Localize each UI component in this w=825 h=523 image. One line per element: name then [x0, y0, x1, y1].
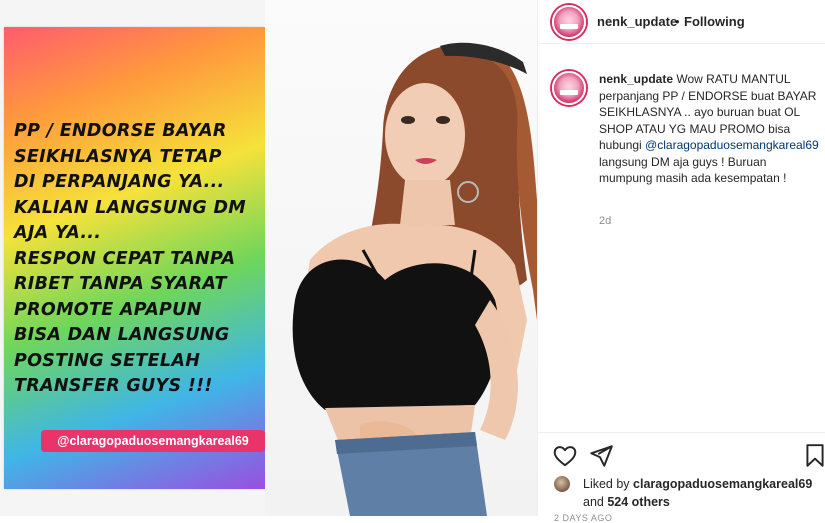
following-button[interactable]: Following: [684, 14, 745, 29]
promo-line: SEIKHLASNYA TETAP: [14, 146, 222, 167]
promo-image: PP / ENDORSE BAYAR SEIKHLASNYA TETAP DI …: [4, 27, 265, 489]
model-photo-illustration: [292, 42, 537, 516]
promo-line: KALIAN LANGSUNG DM: [14, 197, 247, 218]
liker-username[interactable]: claragopaduosemangkareal69: [633, 477, 812, 491]
post-caption: nenk_update Wow RATU MANTUL perpanjang P…: [599, 71, 819, 187]
post-header: nenk_update • Following: [538, 0, 825, 44]
caption-username[interactable]: nenk_update: [599, 72, 673, 86]
avatar-badge-icon: [560, 24, 578, 29]
author-avatar[interactable]: [552, 5, 586, 39]
promo-line: RESPON CEPAT TANPA: [14, 248, 236, 269]
caption-avatar[interactable]: [552, 71, 586, 105]
likes-count-link[interactable]: 524 others: [607, 495, 670, 509]
share-button[interactable]: [588, 443, 614, 469]
promo-line: TRANSFER GUYS !!!: [14, 376, 213, 396]
promo-line: RIBET TANPA SYARAT: [14, 274, 227, 294]
liked-prefix: Liked by: [583, 477, 634, 491]
paper-plane-icon: [590, 445, 613, 467]
promo-line: BISA DAN LANGSUNG: [14, 325, 230, 345]
header-username[interactable]: nenk_update: [597, 14, 677, 29]
post-side-panel: nenk_update • Following nenk_update Wow …: [537, 0, 825, 523]
promo-line: PROMOTE APAPUN: [14, 299, 202, 320]
comments-section: nenk_update Wow RATU MANTUL perpanjang P…: [538, 44, 825, 432]
header-separator: •: [675, 14, 680, 29]
caption-time[interactable]: 2d: [599, 215, 611, 227]
bookmark-icon: [806, 444, 824, 467]
caption-text-end: langsung DM aja guys ! Buruan mumpung ma…: [599, 154, 787, 186]
promo-tag: @claragopaduosemangkareal69: [41, 430, 265, 452]
post-media[interactable]: PP / ENDORSE BAYAR SEIKHLASNYA TETAP DI …: [0, 0, 537, 516]
model-photo: [265, 0, 537, 516]
liked-by-text: Liked by claragopaduosemangkareal69 and …: [583, 475, 825, 511]
promo-line: AJA YA...: [14, 223, 102, 243]
caption-mention-link[interactable]: @claragopaduosemangkareal69: [645, 138, 819, 152]
save-button[interactable]: [804, 443, 825, 469]
liker-avatar[interactable]: [554, 476, 570, 492]
promo-line: PP / ENDORSE BAYAR: [14, 121, 227, 141]
post-timestamp: 2 DAYS AGO: [554, 513, 613, 523]
liked-middle: and: [583, 495, 608, 509]
promo-text: PP / ENDORSE BAYAR SEIKHLASNYA TETAP DI …: [14, 119, 260, 400]
promo-line: DI PERPANJANG YA...: [14, 172, 225, 192]
post-actions: Liked by claragopaduosemangkareal69 and …: [538, 432, 825, 523]
promo-line: POSTING SETELAH: [14, 350, 201, 371]
heart-icon: [553, 446, 577, 467]
avatar-badge-icon: [560, 90, 578, 95]
like-button[interactable]: [552, 443, 578, 469]
liked-by-row: Liked by claragopaduosemangkareal69 and …: [554, 473, 825, 509]
